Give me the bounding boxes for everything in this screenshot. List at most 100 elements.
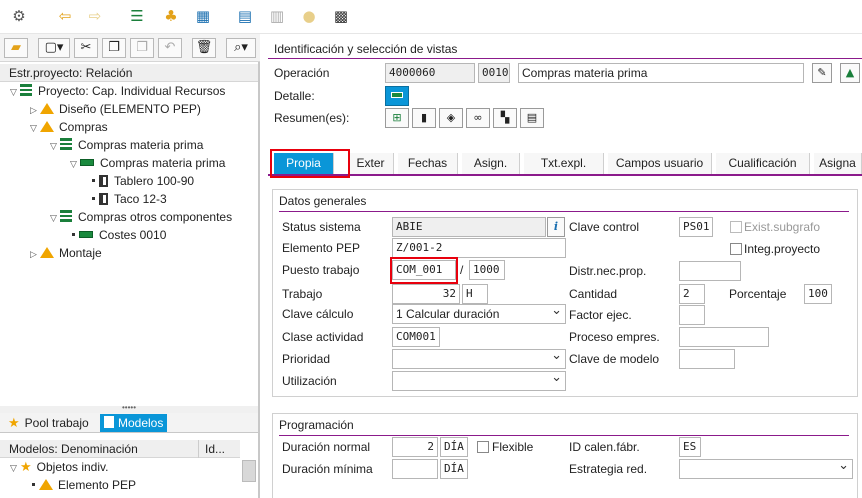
trabajo-unit-field[interactable]: H [462, 284, 488, 304]
models-node-elemento-pep[interactable]: Elemento PEP [32, 476, 136, 494]
clave-control-field[interactable]: PS01 [679, 217, 713, 237]
expand-chevron-icon[interactable]: ▽ [10, 460, 20, 478]
integ-proyecto-checkbox[interactable] [730, 243, 742, 255]
overview-relations-button[interactable]: ∞ [466, 108, 490, 128]
status-sistema-label: Status sistema [282, 220, 361, 234]
models-scrollbar[interactable] [242, 460, 256, 482]
puesto-highlight [390, 257, 458, 284]
tab-campos-usuario[interactable]: Campos usuario [608, 153, 712, 174]
star-icon: ★ [20, 460, 32, 475]
trash-icon[interactable]: 🗑 [192, 38, 216, 58]
clase-actividad-field[interactable]: COM001 [392, 327, 440, 347]
puesto-trabajo-label: Puesto trabajo [282, 263, 360, 277]
expand-chevron-icon[interactable]: ▽ [70, 156, 80, 174]
detail-view-button[interactable] [385, 86, 409, 106]
proceso-empres-field[interactable] [679, 327, 769, 347]
copy-icon[interactable]: ❐ [102, 38, 126, 58]
tab-fechas[interactable]: Fechas [398, 153, 458, 174]
tree-node-tablero[interactable]: Tablero 100-90 [92, 172, 194, 190]
tab-pool-trabajo[interactable]: ★ Pool trabajo [4, 414, 93, 432]
operacion-activity-field[interactable]: 0010 [478, 63, 510, 83]
operacion-description-field[interactable]: Compras materia prima [518, 63, 804, 83]
tree-node-taco[interactable]: Taco 12-3 [92, 190, 167, 208]
elemento-pep-field[interactable]: Z/001-2 [392, 238, 566, 258]
cantidad-field[interactable]: 2 [679, 284, 705, 304]
undo-icon[interactable]: ↶ [158, 38, 182, 58]
cut-icon[interactable]: ✂ [74, 38, 98, 58]
expand-chevron-icon[interactable]: ▽ [50, 210, 60, 228]
display-change-icon[interactable]: ⚙ [10, 7, 28, 25]
expand-chevron-icon[interactable]: ▽ [30, 120, 40, 138]
paste-icon[interactable]: ❐ [130, 38, 154, 58]
trabajo-field[interactable]: 32 [392, 284, 460, 304]
factor-ejec-field[interactable] [679, 305, 705, 325]
duracion-minima-label: Duración mínima [282, 462, 373, 476]
open-folder-icon[interactable]: ▰ [4, 38, 28, 58]
delete-icon[interactable]: ▥ [268, 7, 286, 25]
filter-icon[interactable]: ▩ [332, 7, 350, 25]
clave-calculo-select[interactable]: 1 Calcular duración [392, 304, 566, 324]
tree-node-montaje[interactable]: ▷ Montaje [30, 244, 102, 262]
duracion-minima-field[interactable] [392, 459, 438, 479]
overview-components-button[interactable]: ▮ [412, 108, 436, 128]
back-arrow-icon[interactable]: ⇦ [56, 7, 74, 25]
centro-field[interactable]: 1000 [469, 260, 505, 280]
operacion-number-field[interactable]: 4000060 [385, 63, 475, 83]
tab-cualificacion[interactable]: Cualificación [716, 153, 810, 174]
tree-node-diseno[interactable]: ▷ Diseño (ELEMENTO PEP) [30, 100, 201, 118]
long-text-icon[interactable]: ✎ [812, 63, 832, 83]
duracion-normal-field[interactable]: 2 [392, 437, 438, 457]
detalle-label: Detalle: [274, 89, 315, 103]
duracion-minima-unit-field[interactable]: DÍA [440, 459, 468, 479]
flexible-checkbox[interactable] [477, 441, 489, 453]
distr-nec-prop-label: Distr.nec.prop. [569, 264, 647, 278]
note-icon[interactable]: ● [300, 7, 318, 25]
structure-icon[interactable]: ♣ [162, 7, 180, 25]
prioridad-select[interactable] [392, 349, 566, 369]
clave-modelo-field[interactable] [679, 349, 735, 369]
tree-node-project[interactable]: ▽ Proyecto: Cap. Individual Recursos [10, 82, 225, 100]
clave-calculo-label: Clave cálculo [282, 307, 354, 321]
duracion-normal-unit-field[interactable]: DÍA [440, 437, 468, 457]
tree-node-costes[interactable]: Costes 0010 [72, 226, 166, 244]
tab-asigna[interactable]: Asigna [814, 153, 862, 174]
tab-txt-expl[interactable]: Txt.expl. [524, 153, 604, 174]
tree-node-compras-otros[interactable]: ▽ Compras otros componentes [50, 208, 232, 226]
model-icon [104, 416, 114, 428]
tree-node-compras-materia-network[interactable]: ▽ Compras materia prima [50, 136, 203, 154]
porcentaje-field[interactable]: 100 [804, 284, 832, 304]
expand-chevron-icon[interactable]: ▽ [50, 138, 60, 156]
id-calen-field[interactable]: ES [679, 437, 701, 457]
utilizacion-select[interactable] [392, 371, 566, 391]
cantidad-label: Cantidad [569, 287, 618, 301]
overview-operations-button[interactable]: ⊞ [385, 108, 409, 128]
info-icon[interactable]: i [547, 217, 565, 237]
tab-modelos[interactable]: Modelos [100, 414, 168, 432]
create-icon[interactable]: ▢▾ [38, 38, 70, 58]
overview-prt-button[interactable]: ▤ [520, 108, 544, 128]
distr-nec-prop-field[interactable] [679, 261, 741, 281]
network-icon[interactable]: ▦ [194, 7, 212, 25]
collapse-chevron-icon[interactable]: ▷ [30, 246, 40, 264]
grid-icon[interactable]: ▤ [236, 7, 254, 25]
status-sistema-field[interactable]: ABIE [392, 217, 546, 237]
forward-arrow-icon[interactable]: ⇨ [86, 7, 104, 25]
activity-icon [391, 92, 403, 98]
tab-asign[interactable]: Asign. [462, 153, 520, 174]
tree-node-compras[interactable]: ▽ Compras [30, 118, 108, 136]
overview-milestones-button[interactable]: ◈ [439, 108, 463, 128]
find-icon[interactable]: ⌕▾ [226, 38, 256, 58]
tree-node-compras-materia-activity[interactable]: ▽ Compras materia prima [70, 154, 225, 172]
overview-documents-button[interactable]: ▚ [493, 108, 517, 128]
image-icon[interactable]: ▲ [840, 63, 860, 83]
expand-chevron-icon[interactable]: ▽ [10, 84, 20, 102]
elemento-pep-label: Elemento PEP [282, 241, 361, 255]
tab-exter[interactable]: Exter [348, 153, 394, 174]
hierarchy-icon[interactable]: ☰ [128, 7, 146, 25]
project-structure-panel: ▰ ▢▾ ✂ ❐ ❐ ↶ 🗑 ⌕▾ Estr.proyecto: Relació… [0, 34, 260, 498]
estrategia-select[interactable] [679, 459, 853, 479]
operacion-label: Operación [274, 66, 330, 80]
clave-modelo-label: Clave de modelo [569, 352, 660, 366]
exist-subgrafo-checkbox[interactable] [730, 221, 742, 233]
models-node-objetos[interactable]: ▽ ★ Objetos indiv. [10, 458, 108, 476]
